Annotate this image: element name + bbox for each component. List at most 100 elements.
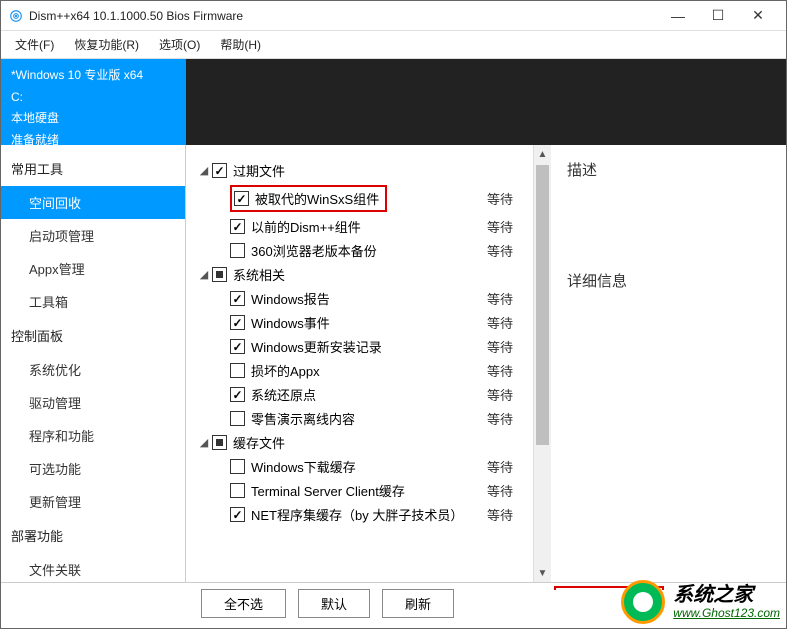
checkbox[interactable] bbox=[230, 411, 245, 426]
sidebar-group-deploy: 部署功能 bbox=[1, 518, 185, 553]
menubar: 文件(F) 恢复功能(R) 选项(O) 帮助(H) bbox=[1, 31, 786, 59]
sidebar-item-programs[interactable]: 程序和功能 bbox=[1, 419, 185, 452]
highlight-box: 被取代的WinSxS组件 bbox=[230, 185, 387, 212]
titlebar: Dism++x64 10.1.1000.50 Bios Firmware — ☐… bbox=[1, 1, 786, 31]
scroll-thumb[interactable] bbox=[536, 165, 549, 445]
status-col: 等待 bbox=[487, 337, 513, 356]
bottom-bar: 全不选 默认 刷新 系统之家 www.Ghost123.com bbox=[1, 582, 786, 628]
info-os: *Windows 10 专业版 x64 bbox=[11, 65, 176, 87]
select-none-button[interactable]: 全不选 bbox=[201, 589, 286, 618]
chevron-down-icon[interactable]: ◢ bbox=[196, 268, 212, 281]
sidebar-item-space-recovery[interactable]: 空间回收 bbox=[1, 186, 185, 219]
tree-item-updatelog[interactable]: Windows更新安装记录 等待 bbox=[230, 337, 523, 356]
checkbox[interactable] bbox=[230, 507, 245, 522]
chevron-down-icon[interactable]: ◢ bbox=[196, 164, 212, 177]
tree-item-dlcache[interactable]: Windows下载缓存 等待 bbox=[230, 457, 523, 476]
checkbox[interactable] bbox=[230, 339, 245, 354]
tree-item-events[interactable]: Windows事件 等待 bbox=[230, 313, 523, 332]
sidebar-item-update[interactable]: 更新管理 bbox=[1, 485, 185, 518]
tree-cat-cache[interactable]: ◢ 缓存文件 bbox=[196, 433, 523, 452]
tree-item-olddism[interactable]: 以前的Dism++组件 等待 bbox=[230, 217, 523, 236]
info-drive: C: bbox=[11, 87, 176, 109]
sidebar-item-sysopt[interactable]: 系统优化 bbox=[1, 353, 185, 386]
sidebar-item-toolbox[interactable]: 工具箱 bbox=[1, 285, 185, 318]
menu-file[interactable]: 文件(F) bbox=[7, 33, 62, 56]
checkbox[interactable] bbox=[230, 387, 245, 402]
status-col: 等待 bbox=[487, 481, 513, 500]
tree-item-label: 被取代的WinSxS组件 bbox=[255, 189, 379, 208]
checkbox[interactable] bbox=[230, 291, 245, 306]
tree-item-label: Terminal Server Client缓存 bbox=[251, 481, 523, 500]
watermark-url: www.Ghost123.com bbox=[673, 606, 780, 620]
checkbox[interactable] bbox=[230, 459, 245, 474]
tree-item-retail[interactable]: 零售演示离线内容 等待 bbox=[230, 409, 523, 428]
menu-options[interactable]: 选项(O) bbox=[151, 33, 208, 56]
tree-item-browser360[interactable]: 360浏览器老版本备份 等待 bbox=[230, 241, 523, 260]
status-col: 等待 bbox=[487, 505, 513, 524]
sidebar-item-fileassoc[interactable]: 文件关联 bbox=[1, 553, 185, 582]
tree-cat-label: 缓存文件 bbox=[233, 433, 523, 452]
checkbox[interactable] bbox=[230, 219, 245, 234]
tree-item-label: Windows报告 bbox=[251, 289, 523, 308]
tree-item-restore[interactable]: 系统还原点 等待 bbox=[230, 385, 523, 404]
sidebar-item-optional[interactable]: 可选功能 bbox=[1, 452, 185, 485]
tree-item-netcache[interactable]: NET程序集缓存（by 大胖子技术员） 等待 bbox=[230, 505, 523, 524]
status-col: 等待 bbox=[487, 189, 513, 208]
status-col: 等待 bbox=[487, 217, 513, 236]
chevron-down-icon[interactable]: ◢ bbox=[196, 436, 212, 449]
tree-cat-system[interactable]: ◢ 系统相关 bbox=[196, 265, 523, 284]
sidebar-group-control: 控制面板 bbox=[1, 318, 185, 353]
checkbox[interactable] bbox=[230, 243, 245, 258]
status-col: 等待 bbox=[487, 361, 513, 380]
checkbox[interactable] bbox=[230, 315, 245, 330]
checkbox[interactable] bbox=[230, 363, 245, 378]
tree-item-label: NET程序集缓存（by 大胖子技术员） bbox=[251, 505, 523, 524]
tree-item-label: 360浏览器老版本备份 bbox=[251, 241, 523, 260]
dark-banner bbox=[186, 59, 786, 145]
right-pane: 描述 详细信息 bbox=[551, 145, 786, 582]
scrollbar[interactable]: ▲ ▼ bbox=[533, 145, 551, 582]
tree-item-winsxs[interactable]: 被取代的WinSxS组件 等待 bbox=[230, 185, 523, 212]
status-col: 等待 bbox=[487, 385, 513, 404]
sidebar-item-startup[interactable]: 启动项管理 bbox=[1, 219, 185, 252]
watermark-name: 系统之家 bbox=[673, 584, 753, 606]
info-band: *Windows 10 专业版 x64 C: 本地硬盘 准备就绪 bbox=[1, 59, 186, 145]
tree-item-tsclient[interactable]: Terminal Server Client缓存 等待 bbox=[230, 481, 523, 500]
sidebar: 常用工具 空间回收 启动项管理 Appx管理 工具箱 控制面板 系统优化 驱动管… bbox=[1, 145, 186, 582]
sidebar-item-appx[interactable]: Appx管理 bbox=[1, 252, 185, 285]
default-button[interactable]: 默认 bbox=[298, 589, 370, 618]
tree-cat-label: 过期文件 bbox=[233, 161, 523, 180]
menu-recovery[interactable]: 恢复功能(R) bbox=[66, 33, 147, 56]
minimize-button[interactable]: — bbox=[658, 2, 698, 30]
window-title: Dism++x64 10.1.1000.50 Bios Firmware bbox=[29, 9, 658, 23]
tree-item-label: Windows下载缓存 bbox=[251, 457, 523, 476]
close-button[interactable]: ✕ bbox=[738, 2, 778, 30]
sidebar-group-tools: 常用工具 bbox=[1, 151, 185, 186]
detail-heading: 详细信息 bbox=[567, 270, 770, 291]
app-icon bbox=[9, 9, 23, 23]
refresh-button[interactable]: 刷新 bbox=[382, 589, 454, 618]
tree-item-label: 以前的Dism++组件 bbox=[251, 217, 523, 236]
scroll-down-icon[interactable]: ▼ bbox=[534, 564, 551, 582]
menu-help[interactable]: 帮助(H) bbox=[212, 33, 269, 56]
status-col: 等待 bbox=[487, 457, 513, 476]
tree-item-label: 系统还原点 bbox=[251, 385, 523, 404]
tree-cat-expired[interactable]: ◢ 过期文件 bbox=[196, 161, 523, 180]
status-col: 等待 bbox=[487, 409, 513, 428]
info-band-wrap: *Windows 10 专业版 x64 C: 本地硬盘 准备就绪 bbox=[1, 59, 786, 145]
checkbox-indeterminate[interactable] bbox=[212, 267, 227, 282]
tree-item-report[interactable]: Windows报告 等待 bbox=[230, 289, 523, 308]
scroll-up-icon[interactable]: ▲ bbox=[534, 145, 551, 163]
sidebar-item-driver[interactable]: 驱动管理 bbox=[1, 386, 185, 419]
checkbox[interactable] bbox=[234, 191, 249, 206]
status-col: 等待 bbox=[487, 313, 513, 332]
description-heading: 描述 bbox=[567, 159, 770, 180]
status-col: 等待 bbox=[487, 241, 513, 260]
maximize-button[interactable]: ☐ bbox=[698, 2, 738, 30]
checkbox[interactable] bbox=[230, 483, 245, 498]
tree-item-brokenappx[interactable]: 损坏的Appx 等待 bbox=[230, 361, 523, 380]
tree-item-label: 零售演示离线内容 bbox=[251, 409, 523, 428]
checkbox-indeterminate[interactable] bbox=[212, 435, 227, 450]
status-col: 等待 bbox=[487, 289, 513, 308]
checkbox[interactable] bbox=[212, 163, 227, 178]
